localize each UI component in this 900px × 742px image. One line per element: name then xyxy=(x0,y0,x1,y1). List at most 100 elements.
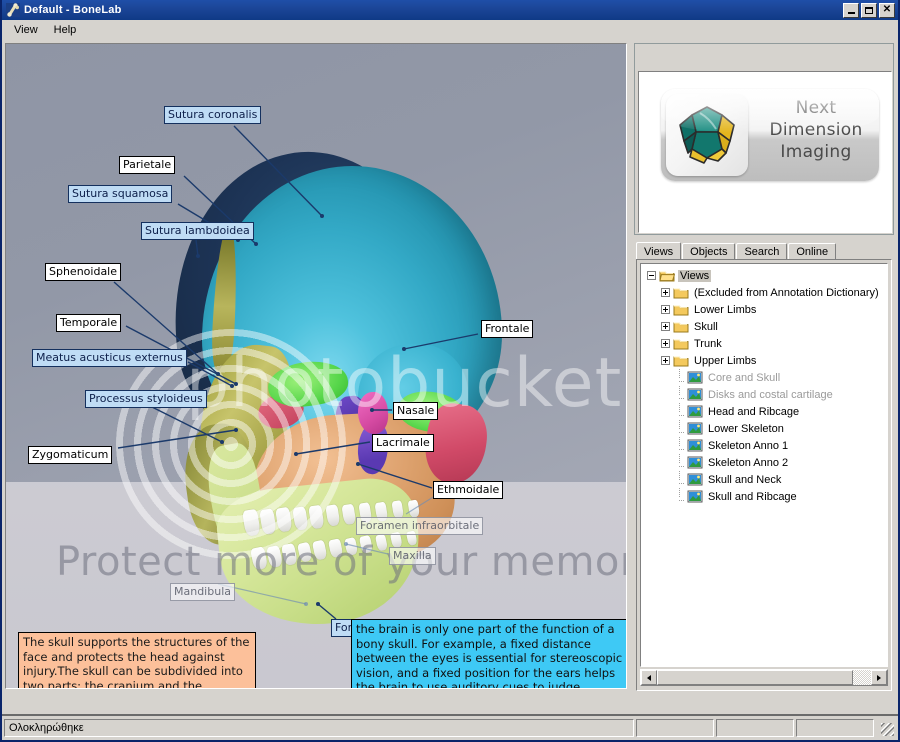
tree-node-label[interactable]: Trunk xyxy=(692,338,724,350)
info-panel-skull-support: The skull supports the structures of the… xyxy=(18,632,256,688)
annotation-sutura-coronalis[interactable]: Sutura coronalis xyxy=(164,106,262,124)
tree-node-label[interactable]: Skull and Ribcage xyxy=(706,491,799,503)
annotation-frontale[interactable]: Frontale xyxy=(481,320,534,338)
expand-plus-icon[interactable] xyxy=(661,305,670,314)
annotation-processus-styloideus[interactable]: Processus styloideus xyxy=(85,390,207,408)
scroll-left-icon[interactable] xyxy=(641,670,657,685)
status-pane-3 xyxy=(716,719,794,737)
annotation-sutura-lambdoidea[interactable]: Sutura lambdoidea xyxy=(141,222,254,240)
status-bar: Ολοκληρώθηκε xyxy=(2,716,898,740)
tooth xyxy=(308,505,325,530)
tree-node[interactable]: Skull and Neck xyxy=(643,471,887,488)
tree-node-label[interactable]: Lower Limbs xyxy=(692,304,758,316)
branding-line-3: Imaging xyxy=(780,142,852,162)
info-panel-brain-function: the brain is only one part of the functi… xyxy=(351,619,626,688)
tree-node[interactable]: Upper Limbs xyxy=(643,352,887,369)
tree-connector xyxy=(675,386,685,399)
branding-line-2: Dimension xyxy=(769,120,863,140)
tree-connector xyxy=(675,488,685,501)
tree-node-label[interactable]: Core and Skull xyxy=(706,372,782,384)
tree-node-label[interactable]: Views xyxy=(678,269,712,282)
tooth xyxy=(296,541,314,564)
tab-objects[interactable]: Objects xyxy=(682,243,736,260)
scrollbar-track[interactable] xyxy=(657,670,871,685)
panel-splitter[interactable] xyxy=(629,43,633,689)
tree-node[interactable]: Head and Ribcage xyxy=(643,403,887,420)
3d-viewport[interactable]: photobucket Protect more of your memorie… xyxy=(6,44,626,688)
tree-node-label[interactable]: Skull and Neck xyxy=(706,474,783,486)
tree-node-label[interactable]: (Excluded from Annotation Dictionary) xyxy=(692,287,881,299)
resize-grip-icon[interactable] xyxy=(876,719,896,737)
tree-node-label[interactable]: Lower Skeleton xyxy=(706,423,786,435)
folder-icon xyxy=(673,337,689,350)
tree-connector xyxy=(675,403,685,416)
branding-plate[interactable]: Next Dimension Imaging xyxy=(661,89,879,181)
annotation-temporale[interactable]: Temporale xyxy=(56,314,122,332)
scroll-right-icon[interactable] xyxy=(871,670,887,685)
tree-node[interactable]: Trunk xyxy=(643,335,887,352)
view-icon xyxy=(687,371,703,384)
title-bar[interactable]: Default - BoneLab ✕ xyxy=(2,0,898,20)
tree-node-label[interactable]: Skeleton Anno 1 xyxy=(706,440,790,452)
annotation-nasale[interactable]: Nasale xyxy=(393,402,439,420)
tree-connector xyxy=(675,471,685,484)
tooth xyxy=(265,544,284,569)
folder-icon xyxy=(673,354,689,367)
tab-search[interactable]: Search xyxy=(736,243,788,260)
annotation-zygomaticum[interactable]: Zygomaticum xyxy=(28,446,113,464)
scrollbar-thumb[interactable] xyxy=(657,670,853,685)
tree-connector xyxy=(675,454,685,467)
branding-text: Next Dimension Imaging xyxy=(757,97,875,163)
tree-node[interactable]: Core and Skull xyxy=(643,369,887,386)
tooth xyxy=(341,503,357,526)
tree-node-label[interactable]: Disks and costal cartilage xyxy=(706,389,835,401)
views-tree: Views (Excluded from Annotation Dictionar… xyxy=(643,267,887,505)
view-icon xyxy=(687,456,703,469)
tree-node[interactable]: (Excluded from Annotation Dictionary) xyxy=(643,284,887,301)
folder-icon xyxy=(673,303,689,316)
tree-node[interactable]: Skeleton Anno 1 xyxy=(643,437,887,454)
tree-node-label[interactable]: Upper Limbs xyxy=(692,355,758,367)
tab-online[interactable]: Online xyxy=(788,243,837,260)
view-icon xyxy=(687,439,703,452)
tree-node-root[interactable]: Views xyxy=(643,267,887,284)
annotation-meatus-acusticus[interactable]: Meatus acusticus externus xyxy=(32,349,187,367)
tree-node[interactable]: Skull xyxy=(643,318,887,335)
folder-icon xyxy=(673,320,689,333)
menu-item-help[interactable]: Help xyxy=(46,22,85,38)
right-panel: Next Dimension Imaging Views Objects Sea… xyxy=(634,43,894,691)
tree-node-label[interactable]: Skeleton Anno 2 xyxy=(706,457,790,469)
expand-plus-icon[interactable] xyxy=(661,356,670,365)
maximize-icon[interactable] xyxy=(861,2,877,18)
tree-horizontal-scrollbar[interactable] xyxy=(640,669,888,686)
collapse-minus-icon[interactable] xyxy=(647,271,656,280)
expand-plus-icon[interactable] xyxy=(661,288,670,297)
tooth xyxy=(312,539,329,561)
tooth xyxy=(374,533,388,552)
tree-node[interactable]: Skull and Ribcage xyxy=(643,488,887,505)
expand-plus-icon[interactable] xyxy=(661,322,670,331)
annotation-ethmoidale[interactable]: Ethmoidale xyxy=(433,481,504,499)
tree-node[interactable]: Skeleton Anno 2 xyxy=(643,454,887,471)
views-tree-viewport[interactable]: Views (Excluded from Annotation Dictionar… xyxy=(640,263,888,667)
annotation-lacrimale[interactable]: Lacrimale xyxy=(372,434,434,452)
tree-node[interactable]: Disks and costal cartilage xyxy=(643,386,887,403)
menu-item-view[interactable]: View xyxy=(6,22,46,38)
tree-node-label[interactable]: Skull xyxy=(692,321,720,333)
expand-plus-icon[interactable] xyxy=(661,339,670,348)
tree-node[interactable]: Lower Skeleton xyxy=(643,420,887,437)
status-pane-2 xyxy=(636,719,714,737)
annotation-sphenoidale[interactable]: Sphenoidale xyxy=(45,263,122,281)
folder-open-icon xyxy=(659,269,676,282)
branding-line-1: Next xyxy=(795,98,837,118)
annotation-sutura-squamosa[interactable]: Sutura squamosa xyxy=(68,185,173,203)
tree-node-label[interactable]: Head and Ribcage xyxy=(706,406,801,418)
minimize-icon[interactable] xyxy=(843,2,859,18)
tree-node[interactable]: Lower Limbs xyxy=(643,301,887,318)
annotation-parietale[interactable]: Parietale xyxy=(119,156,176,174)
annotation-maxilla[interactable]: Maxilla xyxy=(389,547,436,565)
annotation-foramen-infraorbitale[interactable]: Foramen infraorbitale xyxy=(356,517,484,535)
annotation-mandibula[interactable]: Mandibula xyxy=(170,583,235,601)
close-icon[interactable]: ✕ xyxy=(879,2,895,18)
tooth xyxy=(324,504,341,528)
